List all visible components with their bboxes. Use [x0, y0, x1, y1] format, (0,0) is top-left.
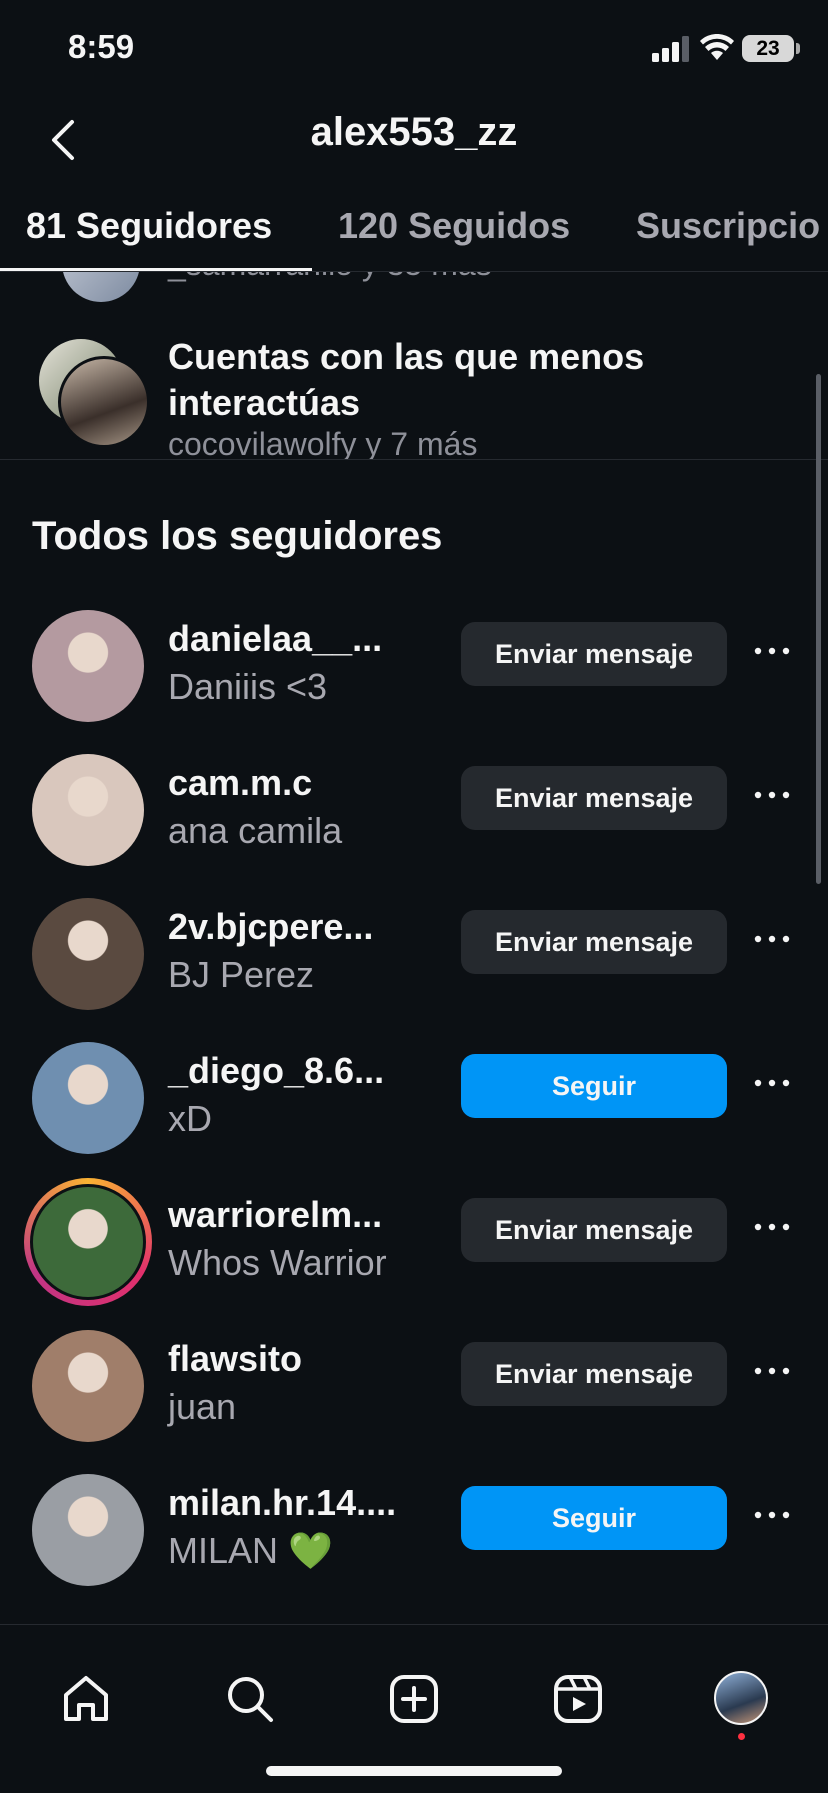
- section-divider: [0, 459, 828, 460]
- follower-username[interactable]: 2v.bjcpere...: [168, 906, 373, 948]
- avatar[interactable]: [32, 610, 144, 722]
- follower-row[interactable]: 2v.bjcpere... BJ Perez Enviar mensaje: [0, 880, 828, 1024]
- follower-full-name: Whos Warrior: [168, 1242, 387, 1283]
- avatar-story-ring[interactable]: [24, 1178, 152, 1306]
- avatar: [30, 1184, 146, 1300]
- follower-full-name: juan: [168, 1386, 237, 1427]
- send-message-button[interactable]: Enviar mensaje: [461, 1198, 727, 1262]
- follower-full-name: Daniiis <3: [168, 666, 328, 707]
- tab-subscriptions[interactable]: Suscripcio: [636, 205, 820, 247]
- back-arrow-icon[interactable]: [44, 118, 84, 162]
- notification-dot: [738, 1733, 745, 1740]
- follower-row[interactable]: flawsito juan Enviar mensaje: [0, 1312, 828, 1456]
- avatar[interactable]: [32, 1330, 144, 1442]
- status-time: 8:59: [68, 28, 135, 65]
- tab-followers[interactable]: 81 Seguidores: [26, 205, 272, 247]
- wifi-icon: [700, 34, 734, 60]
- follower-row[interactable]: warriorelm... Whos Warrior Enviar mensaje: [0, 1168, 828, 1312]
- send-message-button[interactable]: Enviar mensaje: [461, 622, 727, 686]
- avatar: [62, 272, 140, 302]
- follower-username[interactable]: cam.m.c: [168, 762, 312, 804]
- more-options-icon[interactable]: [752, 1500, 792, 1530]
- category-subtitle: _samarranilo y 35 más: [168, 272, 492, 283]
- send-message-button[interactable]: Enviar mensaje: [461, 766, 727, 830]
- follower-full-name: BJ Perez: [168, 954, 315, 995]
- avatar[interactable]: [32, 1042, 144, 1154]
- category-title[interactable]: Cuentas con las que menos interactúas: [168, 334, 768, 426]
- profile-avatar[interactable]: [714, 1671, 768, 1725]
- page-title: alex553_zz: [310, 110, 518, 154]
- follower-full-name: ana camila: [168, 810, 343, 851]
- follower-row[interactable]: milan.hr.14.... MILAN 💚 Seguir: [0, 1456, 828, 1600]
- more-options-icon[interactable]: [752, 1356, 792, 1386]
- scrollbar[interactable]: [816, 374, 821, 884]
- section-title: Todos los seguidores: [32, 514, 443, 558]
- send-message-button[interactable]: Enviar mensaje: [461, 1342, 727, 1406]
- cellular-signal-icon: [652, 36, 689, 62]
- search-icon[interactable]: [224, 1673, 276, 1725]
- follow-button[interactable]: Seguir: [461, 1486, 727, 1550]
- avatar[interactable]: [32, 754, 144, 866]
- avatar: [58, 356, 150, 448]
- follower-username[interactable]: _diego_8.6...: [168, 1050, 384, 1092]
- more-options-icon[interactable]: [752, 924, 792, 954]
- follower-full-name: xD: [168, 1098, 212, 1139]
- follower-row[interactable]: _diego_8.6... xD Seguir: [0, 1024, 828, 1168]
- more-options-icon[interactable]: [752, 636, 792, 666]
- category-subtitle: cocovilawolfy y 7 más: [168, 426, 478, 460]
- follower-row[interactable]: danielaa__... Daniiis <3 Enviar mensaje: [0, 592, 828, 736]
- follower-row[interactable]: cam.m.c ana camila Enviar mensaje: [0, 736, 828, 880]
- more-options-icon[interactable]: [752, 1212, 792, 1242]
- follower-username[interactable]: milan.hr.14....: [168, 1482, 396, 1524]
- follower-username[interactable]: danielaa__...: [168, 618, 382, 660]
- more-options-icon[interactable]: [752, 780, 792, 810]
- avatar[interactable]: [32, 1474, 144, 1586]
- more-options-icon[interactable]: [752, 1068, 792, 1098]
- battery-indicator: 23: [742, 35, 794, 62]
- follower-username[interactable]: flawsito: [168, 1338, 302, 1380]
- category-section: _samarranilo y 35 más Cuentas con las qu…: [0, 272, 828, 460]
- create-icon[interactable]: [388, 1673, 440, 1725]
- reels-icon[interactable]: [552, 1673, 604, 1725]
- tab-following[interactable]: 120 Seguidos: [338, 205, 570, 247]
- battery-tip: [796, 43, 800, 54]
- follow-button[interactable]: Seguir: [461, 1054, 727, 1118]
- follower-username[interactable]: warriorelm...: [168, 1194, 382, 1236]
- avatar[interactable]: [32, 898, 144, 1010]
- follower-full-name: MILAN 💚: [168, 1530, 333, 1571]
- home-indicator: [266, 1766, 562, 1776]
- send-message-button[interactable]: Enviar mensaje: [461, 910, 727, 974]
- home-icon[interactable]: [60, 1673, 112, 1725]
